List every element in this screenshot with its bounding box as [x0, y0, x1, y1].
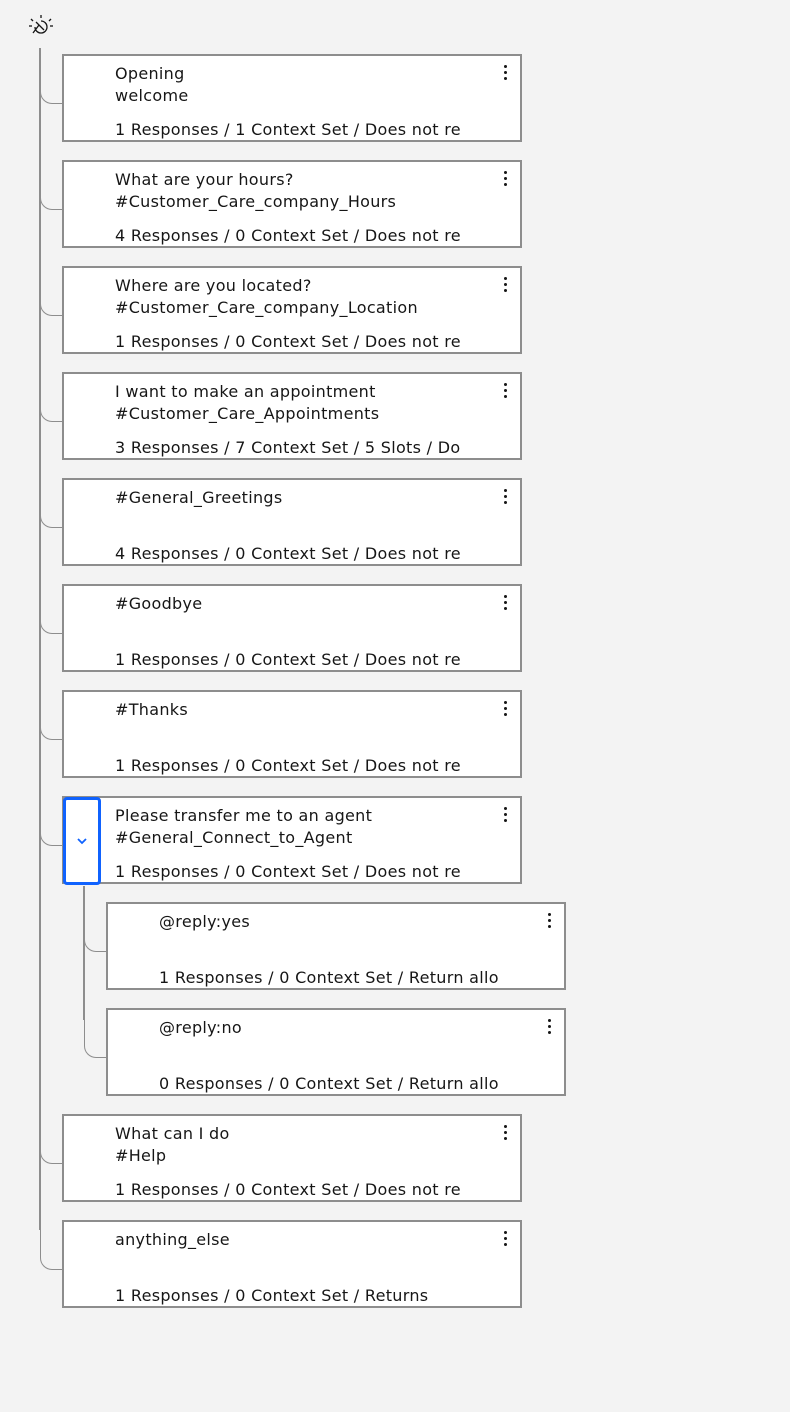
dialog-node[interactable]: Where are you located? #Customer_Care_co… — [62, 266, 522, 354]
dialog-node[interactable]: What can I do #Help 1 Responses / 0 Cont… — [62, 1114, 522, 1202]
dialog-child-node[interactable]: @reply:yes 1 Responses / 0 Context Set /… — [106, 902, 566, 990]
dialog-node[interactable]: #Goodbye 1 Responses / 0 Context Set / D… — [62, 584, 522, 672]
overflow-menu-icon[interactable] — [498, 804, 512, 824]
overflow-menu-icon[interactable] — [542, 1016, 556, 1036]
overflow-menu-icon[interactable] — [498, 274, 512, 294]
overflow-menu-icon[interactable] — [542, 910, 556, 930]
tree-connector — [40, 479, 63, 528]
overflow-menu-icon[interactable] — [498, 592, 512, 612]
overflow-menu-icon[interactable] — [498, 168, 512, 188]
node-summary: 3 Responses / 7 Context Set / 5 Slots / … — [115, 438, 460, 457]
dialog-node[interactable]: What are your hours? #Customer_Care_comp… — [62, 160, 522, 248]
tree-connector — [40, 691, 63, 740]
node-title: #Goodbye — [115, 594, 203, 613]
tree-connector — [40, 1221, 63, 1270]
dialog-node[interactable]: #General_Greetings 4 Responses / 0 Conte… — [62, 478, 522, 566]
tree-connector — [40, 585, 63, 634]
node-summary: 4 Responses / 0 Context Set / Does not r… — [115, 544, 460, 563]
node-title: I want to make an appointment — [115, 382, 376, 401]
dialog-node[interactable]: I want to make an appointment #Customer_… — [62, 372, 522, 460]
node-summary: 1 Responses / 0 Context Set / Does not r… — [115, 756, 460, 775]
tree-connector — [40, 797, 63, 846]
tree-connector — [40, 373, 63, 422]
node-title: #Thanks — [115, 700, 188, 719]
tree-connector — [40, 1115, 63, 1164]
tree-connector — [84, 903, 107, 952]
node-summary: 0 Responses / 0 Context Set / Return all… — [159, 1074, 499, 1093]
node-condition: #Customer_Care_Appointments — [115, 404, 380, 423]
tree-line-main — [39, 48, 41, 1230]
node-summary: 1 Responses / 0 Context Set / Does not r… — [115, 650, 460, 669]
node-summary: 1 Responses / 0 Context Set / Does not r… — [115, 1180, 460, 1199]
node-title: anything_else — [115, 1230, 230, 1249]
dialog-node-expanded[interactable]: Please transfer me to an agent #General_… — [62, 796, 522, 884]
dialog-node[interactable]: Opening welcome 1 Responses / 1 Context … — [62, 54, 522, 142]
overflow-menu-icon[interactable] — [498, 1228, 512, 1248]
tree-connector — [40, 55, 63, 104]
overflow-menu-icon[interactable] — [498, 380, 512, 400]
node-title: #General_Greetings — [115, 488, 283, 507]
watson-logo-icon — [29, 15, 53, 34]
node-title: Where are you located? — [115, 276, 312, 295]
chevron-down-icon — [77, 838, 87, 845]
tree-connector — [40, 267, 63, 316]
node-condition: #Help — [115, 1146, 167, 1165]
node-title: Please transfer me to an agent — [115, 806, 373, 825]
dialog-node[interactable]: #Thanks 1 Responses / 0 Context Set / Do… — [62, 690, 522, 778]
tree-connector — [84, 1009, 107, 1058]
node-condition: #General_Connect_to_Agent — [115, 828, 353, 847]
node-title: Opening — [115, 64, 185, 83]
node-summary: 1 Responses / 0 Context Set / Does not r… — [115, 862, 460, 881]
dialog-child-node[interactable]: @reply:no 0 Responses / 0 Context Set / … — [106, 1008, 566, 1096]
node-summary: 4 Responses / 0 Context Set / Does not r… — [115, 226, 460, 245]
overflow-menu-icon[interactable] — [498, 698, 512, 718]
tree-connector — [40, 161, 63, 210]
overflow-menu-icon[interactable] — [498, 62, 512, 82]
node-condition: #Customer_Care_company_Location — [115, 298, 418, 317]
node-summary: 1 Responses / 0 Context Set / Returns — [115, 1286, 429, 1305]
overflow-menu-icon[interactable] — [498, 1122, 512, 1142]
node-summary: 1 Responses / 0 Context Set / Does not r… — [115, 332, 460, 351]
node-condition: welcome — [115, 86, 189, 105]
dialog-node[interactable]: anything_else 1 Responses / 0 Context Se… — [62, 1220, 522, 1308]
node-title: @reply:no — [159, 1018, 242, 1037]
node-title: What are your hours? — [115, 170, 294, 189]
node-summary: 1 Responses / 1 Context Set / Does not r… — [115, 120, 460, 139]
node-title: @reply:yes — [159, 912, 251, 931]
collapse-toggle-button[interactable] — [63, 797, 101, 885]
node-title: What can I do — [115, 1124, 230, 1143]
node-condition: #Customer_Care_company_Hours — [115, 192, 397, 211]
node-summary: 1 Responses / 0 Context Set / Return all… — [159, 968, 499, 987]
overflow-menu-icon[interactable] — [498, 486, 512, 506]
